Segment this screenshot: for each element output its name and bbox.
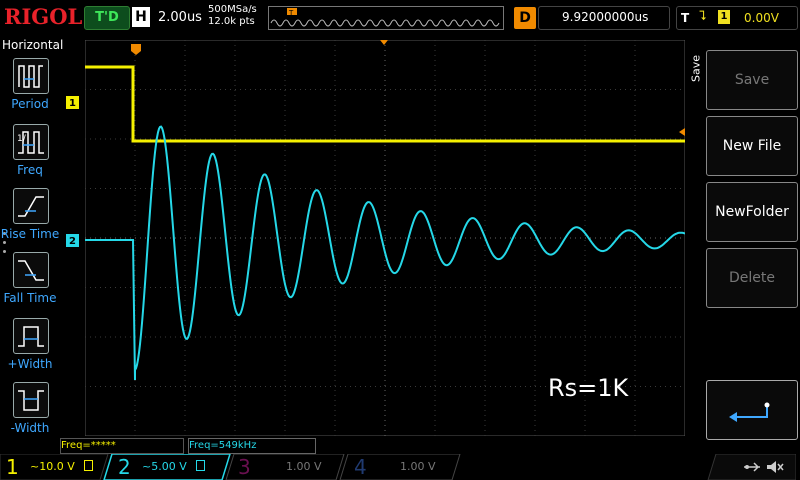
save-button[interactable]: Save	[706, 50, 798, 110]
sample-rate: 500MSa/s	[208, 4, 257, 15]
menu-item-fall-time[interactable]: Fall Time	[0, 252, 60, 318]
trigger-level-value: 0.00V	[744, 11, 779, 25]
rise-time-icon	[13, 188, 49, 224]
trigger-label: T	[681, 11, 690, 25]
menu-item-negative-width[interactable]: -Width	[0, 382, 60, 448]
menu-item-label: Rise Time	[0, 227, 60, 241]
trigger-marker-text: T	[288, 9, 294, 17]
save-tab: Save	[688, 40, 704, 100]
run-state-badge[interactable]: T'D	[84, 6, 130, 30]
ch1-scale-value: 10.0 V	[39, 460, 75, 473]
brand-logo: RIGOL	[4, 4, 83, 29]
ch2-scale: ~5.00 V	[142, 460, 222, 473]
ch2-freq-readout: Freq=549kHz	[188, 438, 316, 454]
save-section-label: Save	[689, 55, 703, 83]
svg-text:1: 1	[69, 98, 76, 109]
ch1-freq-readout: Freq=*****	[60, 438, 184, 454]
trigger-source-badge: 1	[718, 10, 730, 24]
delay-label: D	[514, 7, 536, 29]
timebase-value[interactable]: 2.00us	[158, 10, 202, 25]
trigger-edge-icon: ⮧	[699, 9, 707, 24]
delay-value: 9.92000000us	[562, 10, 649, 24]
ch1-offset-marker[interactable]: 1	[66, 96, 84, 110]
menu-item-rise-time[interactable]: Rise Time	[0, 188, 60, 254]
period-icon	[13, 58, 49, 94]
menu-item-freq[interactable]: 1/ Freq	[0, 124, 60, 190]
ch4-number: 4	[354, 455, 367, 479]
new-folder-button[interactable]: NewFolder	[706, 182, 798, 242]
ch3-number: 3	[238, 455, 251, 479]
coupling-icon: ~	[30, 460, 40, 473]
trigger-box[interactable]	[676, 6, 798, 30]
ch2-offset-marker[interactable]: 2	[66, 234, 84, 248]
sample-info: 500MSa/s 12.0k pts	[208, 4, 257, 28]
waveform-thumbnail: T	[270, 8, 500, 27]
menu-item-label: Freq	[17, 163, 43, 177]
coupling-icon: ~	[142, 460, 152, 473]
ch2-number: 2	[118, 455, 131, 479]
bandwidth-icon	[84, 460, 94, 471]
menu-item-period[interactable]: Period	[0, 58, 60, 124]
svg-text:2: 2	[69, 236, 76, 247]
enter-icon	[729, 402, 770, 422]
menu-item-label: -Width	[10, 421, 50, 435]
menu-item-label: +Width	[7, 357, 53, 371]
freq-icon: 1/	[13, 124, 49, 160]
negative-width-icon	[13, 382, 49, 418]
waveform-position-bar[interactable]: T	[268, 6, 504, 30]
menu-title: Horizontal	[2, 38, 64, 52]
positive-width-icon	[13, 318, 49, 354]
horizontal-label: H	[132, 7, 150, 27]
delete-button[interactable]: Delete	[706, 248, 798, 308]
svg-text:1/: 1/	[17, 134, 27, 144]
ch3-scale: 1.00 V	[286, 460, 322, 473]
top-status-bar: RIGOL T'D H 2.00us 500MSa/s 12.0k pts T …	[0, 0, 800, 36]
fall-time-icon	[13, 252, 49, 288]
menu-item-positive-width[interactable]: +Width	[0, 318, 60, 384]
save-menu: Save Save New File NewFolder Delete	[688, 40, 800, 440]
menu-item-label: Fall Time	[3, 291, 57, 305]
horizontal-measure-menu: Horizontal Period 1/ Freq Rise Time Fall…	[0, 36, 64, 436]
ch1-number: 1	[6, 455, 19, 479]
menu-item-label: Period	[11, 97, 49, 111]
bandwidth-icon	[196, 460, 206, 471]
status-icons	[707, 454, 796, 480]
channel-bar: 1 ~10.0 V 2 ~5.00 V 3 1.00 V 4 1.00 V	[0, 454, 800, 480]
ch1-scale: ~10.0 V	[30, 460, 100, 473]
memory-depth: 12.0k pts	[208, 16, 255, 27]
enter-button[interactable]	[706, 380, 798, 440]
annotation-text: Rs=1K	[548, 374, 629, 402]
thumbnail-wave	[270, 19, 500, 27]
ch4-scale: 1.00 V	[400, 460, 436, 473]
new-file-button[interactable]: New File	[706, 116, 798, 176]
ch2-scale-value: 5.00 V	[151, 460, 187, 473]
